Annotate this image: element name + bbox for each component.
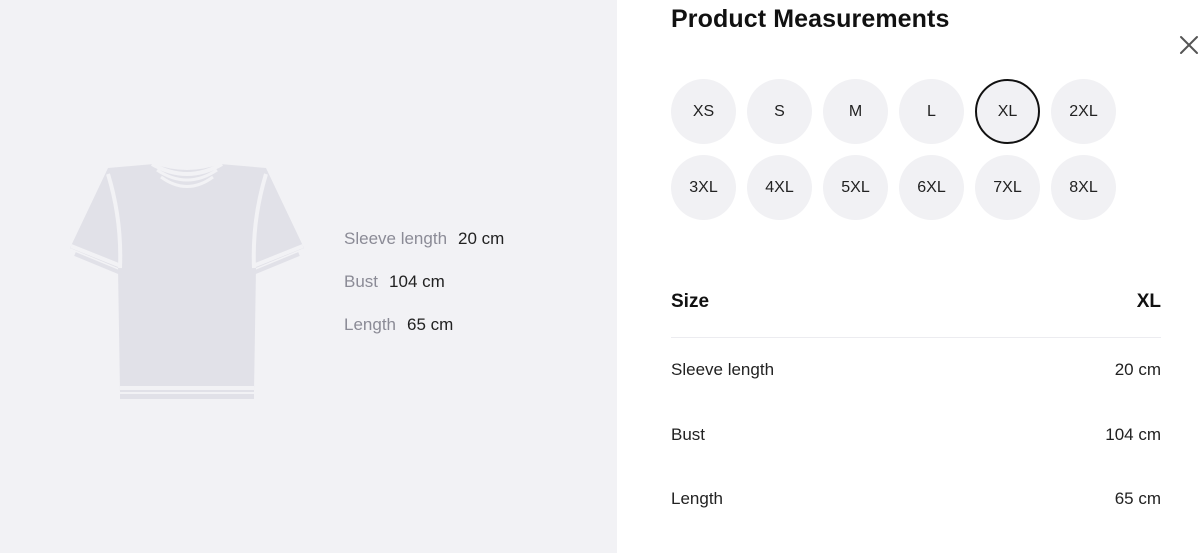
size-option-7xl[interactable]: 7XL xyxy=(975,155,1040,220)
size-option-l[interactable]: L xyxy=(899,79,964,144)
t-shirt-icon xyxy=(70,162,304,399)
size-option-4xl[interactable]: 4XL xyxy=(747,155,812,220)
measurement-table: Size XL Sleeve length 20 cm Bust 104 cm … xyxy=(671,266,1161,532)
table-row-label: Bust xyxy=(671,424,706,444)
t-shirt-illustration xyxy=(66,160,308,402)
table-row-sleeve: Sleeve length 20 cm xyxy=(671,338,1161,403)
table-row-label: Sleeve length xyxy=(671,360,775,380)
summary-label: Bust xyxy=(344,272,379,291)
table-row-value: 20 cm xyxy=(1114,360,1161,380)
table-row-value: 65 cm xyxy=(1114,489,1161,509)
panel-title: Product Measurements xyxy=(671,5,950,33)
summary-row-bust: Bust 104 cm xyxy=(344,272,504,315)
size-option-m[interactable]: M xyxy=(823,79,888,144)
size-option-xl[interactable]: XL xyxy=(975,79,1040,144)
close-button[interactable] xyxy=(1177,33,1201,57)
summary-value: 20 cm xyxy=(458,229,505,248)
size-option-8xl[interactable]: 8XL xyxy=(1051,155,1116,220)
summary-value: 104 cm xyxy=(389,272,445,291)
size-option-6xl[interactable]: 6XL xyxy=(899,155,964,220)
table-row-length: Length 65 cm xyxy=(671,467,1161,532)
table-header-label: Size xyxy=(671,290,710,312)
measurements-panel: Product Measurements XS S M L XL 2XL 3XL… xyxy=(617,0,1204,553)
table-row-label: Length xyxy=(671,489,723,509)
size-option-5xl[interactable]: 5XL xyxy=(823,155,888,220)
summary-label: Sleeve length xyxy=(344,229,448,248)
table-row-value: 104 cm xyxy=(1105,424,1161,444)
summary-row-length: Length 65 cm xyxy=(344,315,504,358)
summary-label: Length xyxy=(344,315,396,334)
table-header: Size XL xyxy=(671,266,1161,338)
size-option-3xl[interactable]: 3XL xyxy=(671,155,736,220)
table-header-size: XL xyxy=(1136,290,1161,312)
size-option-xs[interactable]: XS xyxy=(671,79,736,144)
summary-value: 65 cm xyxy=(407,315,454,334)
table-row-bust: Bust 104 cm xyxy=(671,403,1161,468)
size-option-2xl[interactable]: 2XL xyxy=(1051,79,1116,144)
close-icon xyxy=(1180,36,1198,54)
measurement-summary: Sleeve length 20 cm Bust 104 cm Length 6… xyxy=(344,229,504,358)
summary-row-sleeve: Sleeve length 20 cm xyxy=(344,229,504,272)
size-option-s[interactable]: S xyxy=(747,79,812,144)
size-selector: XS S M L XL 2XL 3XL 4XL 5XL 6XL 7XL 8XL xyxy=(671,79,1131,220)
product-preview-panel: Sleeve length 20 cm Bust 104 cm Length 6… xyxy=(0,0,617,553)
